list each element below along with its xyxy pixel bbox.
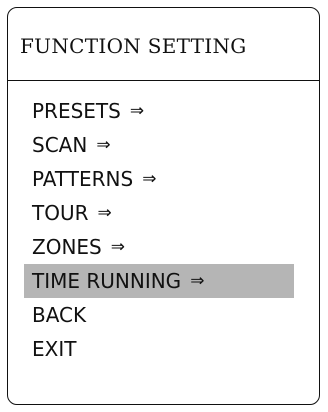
- menu-item-label: TIME RUNNING: [32, 269, 182, 293]
- submenu-arrow-icon: ⇒: [142, 169, 157, 189]
- menu-item-patterns[interactable]: PATTERNS ⇒: [24, 162, 294, 196]
- submenu-arrow-icon: ⇒: [110, 237, 125, 257]
- title-divider: [8, 80, 319, 81]
- menu-item-zones[interactable]: ZONES ⇒: [24, 230, 294, 264]
- menu-item-scan[interactable]: SCAN ⇒: [24, 128, 294, 162]
- submenu-arrow-icon: ⇒: [97, 203, 112, 223]
- menu-item-label: PATTERNS: [32, 167, 134, 191]
- menu-item-presets[interactable]: PRESETS ⇒: [24, 94, 294, 128]
- submenu-arrow-icon: ⇒: [96, 135, 111, 155]
- menu-item-back[interactable]: BACK: [24, 298, 294, 332]
- menu-item-exit[interactable]: EXIT: [24, 332, 294, 366]
- menu-item-label: SCAN: [32, 133, 88, 157]
- menu-list: PRESETS ⇒ SCAN ⇒ PATTERNS ⇒ TOUR ⇒ ZONES ⇒ TI…: [24, 94, 294, 366]
- menu-title: FUNCTION SETTING: [20, 34, 247, 58]
- menu-item-label: BACK: [32, 303, 87, 327]
- function-setting-menu-panel: FUNCTION SETTING PRESETS ⇒ SCAN ⇒ PATTERNS…: [7, 7, 320, 405]
- submenu-arrow-icon: ⇒: [190, 271, 205, 291]
- menu-item-label: ZONES: [32, 235, 102, 259]
- menu-item-label: PRESETS: [32, 99, 121, 123]
- menu-item-time-running[interactable]: TIME RUNNING ⇒: [24, 264, 294, 298]
- menu-item-label: EXIT: [32, 337, 77, 361]
- menu-item-label: TOUR: [32, 201, 89, 225]
- submenu-arrow-icon: ⇒: [129, 101, 145, 121]
- menu-item-tour[interactable]: TOUR ⇒: [24, 196, 294, 230]
